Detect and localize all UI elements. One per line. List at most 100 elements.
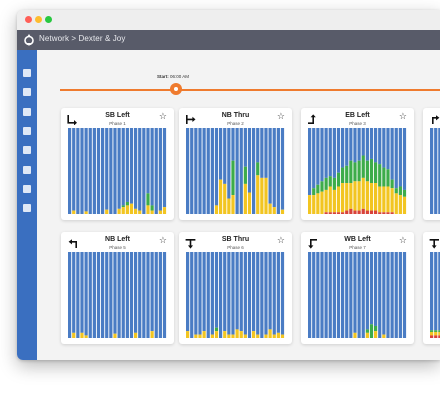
bar-segment-yellow [227,334,231,338]
bar-segment-blue [72,128,76,211]
bar-segment-yellow [235,329,239,338]
chart-bar [219,128,223,214]
bar-segment-blue [336,128,341,173]
phase-card-partial[interactable] [423,232,440,344]
close-window-button[interactable] [25,16,32,23]
bar-segment-blue [80,252,84,333]
chart-bar [320,252,324,338]
bar-segment-yellow [239,331,243,338]
bar-segment-blue [142,252,146,338]
bar-segment-red [369,210,374,214]
chart-bar [142,128,146,214]
bar-segment-blue [239,128,243,214]
phase-card-subtitle: Phase 5 [109,245,126,250]
nav-icon-6[interactable] [23,165,31,174]
bar-segment-blue [398,252,402,338]
bar-segment-blue [353,252,357,333]
bar-segment-blue [154,128,158,214]
nav-icon-1[interactable] [23,69,31,77]
nav-icon-4[interactable] [23,126,31,135]
chart-bar [68,128,72,214]
nav-icon-3[interactable] [23,107,31,116]
bar-segment-blue [239,252,243,332]
bar-segment-yellow [202,331,206,338]
phase-card[interactable]: SB Thru Phase 6 ☆ [179,232,292,344]
bar-segment-green [121,205,125,208]
bar-segment-blue [308,128,312,196]
chart-bar [320,128,324,214]
bar-segment-green [430,330,434,332]
chart-bar [134,252,138,338]
bar-segment-blue [386,128,390,170]
bar-segment-yellow [260,177,264,214]
chart-bar [214,128,219,214]
bar-segment-blue [113,128,117,214]
chart-bar [361,252,365,338]
nav-icon-2[interactable] [23,88,31,97]
chart-bar [394,128,398,214]
chart-bar [129,252,134,338]
chart-bar [113,252,117,338]
chart-bar [121,128,125,214]
chart-bar [332,128,336,214]
chart-bar [239,252,243,338]
phase-card[interactable]: SB Left Phase 1 ☆ [61,108,174,220]
favorite-star-icon[interactable]: ☆ [399,236,407,246]
timeline-track[interactable] [60,89,440,91]
favorite-star-icon[interactable]: ☆ [277,236,285,246]
bar-segment-green [402,189,407,197]
phase-card[interactable]: WB Left Phase 7 ☆ [301,232,414,344]
bar-segment-yellow [84,335,88,338]
bar-segment-blue [260,128,264,178]
phase-card[interactable]: EB Left Phase 3 ☆ [301,108,414,220]
bar-segment-blue [88,128,92,214]
chart-bar [105,128,109,214]
bar-segment-blue [332,128,336,178]
bar-segment-blue [264,128,268,178]
nav-icon-8[interactable] [23,204,31,213]
phase-chart [308,252,407,338]
chart-bar [369,128,374,214]
bar-segment-yellow [72,332,76,338]
maximize-window-button[interactable] [45,16,52,23]
phase-card-partial[interactable] [423,108,440,220]
chart-bar [378,128,382,214]
bar-segment-blue [72,252,76,333]
breadcrumb[interactable]: Network > Dexter & Joy [39,34,125,43]
chart-bar [365,252,369,338]
bar-segment-blue [394,128,398,189]
bar-segment-blue [158,252,162,338]
favorite-star-icon[interactable]: ☆ [159,112,167,122]
bar-segment-blue [430,252,434,331]
app-logo-icon[interactable] [23,33,35,47]
bar-segment-blue [219,128,223,180]
phase-card[interactable]: NB Thru Phase 2 ☆ [179,108,292,220]
bar-segment-blue [365,252,369,330]
chart-bar [353,252,357,338]
chart-bar [361,128,365,214]
chart-bar [247,128,252,214]
bar-segment-green [374,325,378,332]
chart-bar [190,128,194,214]
bar-segment-red [390,212,394,214]
chart-bar [109,252,113,338]
chart-bar [264,128,268,214]
minimize-window-button[interactable] [35,16,42,23]
favorite-star-icon[interactable]: ☆ [277,112,285,122]
bar-segment-blue [324,252,328,338]
bar-segment-blue [382,128,386,168]
favorite-star-icon[interactable]: ☆ [399,112,407,122]
bar-segment-yellow [214,331,219,338]
nav-icon-5[interactable] [23,146,31,155]
favorite-star-icon[interactable]: ☆ [159,236,167,246]
bar-segment-yellow [256,175,260,214]
timeline-handle[interactable] [170,83,182,95]
bar-segment-blue [386,252,390,338]
phase-card[interactable]: NB Left Phase 5 ☆ [61,232,174,344]
chart-bar [146,128,150,214]
bar-segment-blue [202,252,206,332]
nav-icon-7[interactable] [23,184,31,193]
chart-bar [357,252,361,338]
bar-segment-blue [101,128,105,214]
phase-chart [186,128,285,214]
